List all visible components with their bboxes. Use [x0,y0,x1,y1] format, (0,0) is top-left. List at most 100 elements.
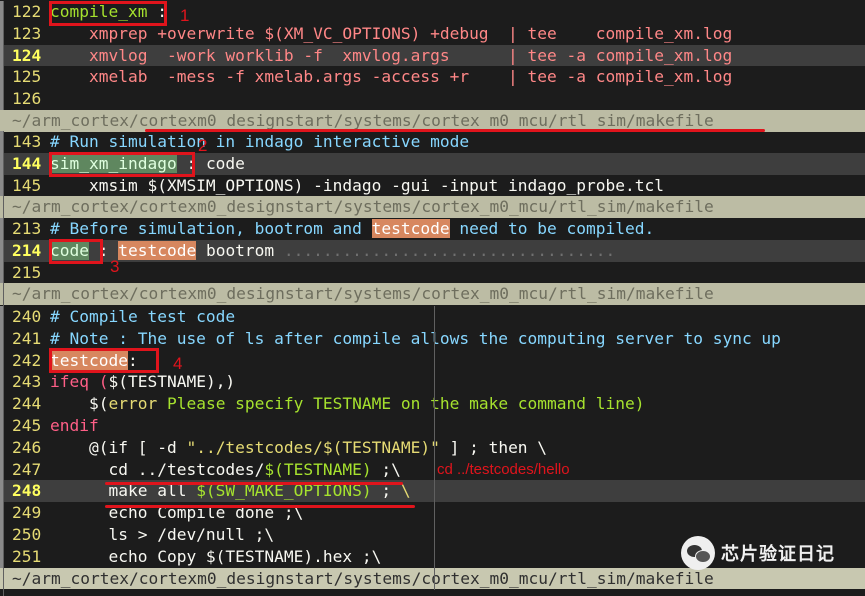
annotation-box-sim-xm-indago [49,152,195,177]
code-text: @(if [ -d "../testcodes/$(TESTNAME)" ] ;… [50,437,547,459]
code-line[interactable]: 243 ifeq ($(TESTNAME),) [0,371,865,394]
code-token: cd ../testcodes/ [50,459,265,479]
code-line[interactable]: 240 # Compile test code [0,306,865,328]
annotation-number-1: 1 [180,6,190,25]
watermark-text: 芯片验证日记 [721,544,835,565]
code-token: # Note : The use of ls after compile all… [50,328,781,348]
code-line[interactable]: 214 code : testcode bootrom .............… [0,239,865,262]
code-text: code : testcode bootrom ................… [50,240,615,262]
code-token: xmsim $(XMSIM_OPTIONS) -indago -gui -inp… [50,175,664,195]
status-line-filepath[interactable]: ~/arm_cortex/cortexm0_designstart/system… [0,196,865,219]
code-token: $(TESTNAME) [108,372,216,392]
code-line[interactable]: 213 # Before simulation, bootrom and test… [0,218,865,240]
line-number: 214 [12,240,42,260]
annotation-box-compile-xm [49,1,167,26]
annotation-cd-note: cd ../testcodes/hello [437,461,570,478]
code-token: error [108,394,158,414]
line-number: 248 [12,481,42,501]
code-text: # Run simulation in indago interactive m… [50,131,469,153]
code-line[interactable]: 125 xmelab -mess -f xmelab.args -access … [0,66,865,89]
line-number: 243 [12,372,42,392]
line-number: 125 [12,67,42,87]
code-line[interactable]: 245 endif [0,415,865,437]
code-token: $( [50,394,109,414]
code-text: # Note : The use of ls after compile all… [50,328,781,350]
code-text: $(error Please specify TESTNAME on the m… [50,393,645,415]
annotation-underline-cd [105,482,403,485]
code-token: testcode [371,219,450,238]
code-token: ifeq ( [50,372,109,392]
code-token: Please specify TESTNAME on the make comm… [157,394,645,414]
code-text: # Compile test code [50,306,235,328]
code-text: ls > /dev/null ;\ [50,524,274,546]
code-line[interactable]: 247 cd ../testcodes/$(TESTNAME) ;\ [0,458,865,481]
annotation-underline-path [145,129,765,132]
code-line[interactable]: 246 @(if [ -d "../testcodes/$(TESTNAME)"… [0,436,865,459]
annotation-underline-make [105,505,415,508]
code-token: bootrom [196,240,284,260]
line-number: 126 [12,89,42,109]
terminal-vim-window[interactable]: 122 compile_xm :123 xmprep +overwrite $(X… [0,0,865,596]
code-line[interactable]: 124 xmvlog -work worklib -f xmvlog.args … [0,44,865,67]
status-line-filepath[interactable]: ~/arm_cortex/cortexm0_designstart/system… [0,567,865,590]
code-token: xmvlog -work worklib -f xmvlog.args | te… [50,45,733,65]
code-token: # Before simulation, bootrom and [50,219,372,238]
line-number: 242 [12,350,42,370]
code-token: testcode [118,240,197,260]
annotation-number-4: 4 [173,354,183,373]
line-number: 240 [12,307,42,326]
code-line[interactable]: 126 [0,88,865,110]
line-number: 250 [12,525,42,544]
line-number: 246 [12,437,42,457]
code-token: @(if [ -d [50,437,187,457]
annotation-number-3: 3 [110,257,120,276]
line-number: 145 [12,175,42,195]
line-number: 144 [12,153,42,173]
line-number: 213 [12,219,42,238]
line-number: 241 [12,328,42,348]
code-line[interactable]: 143 # Run simulation in indago interactiv… [0,131,865,153]
code-line[interactable]: 145 xmsim $(XMSIM_OPTIONS) -indago -gui … [0,174,865,197]
line-number: 244 [12,394,42,414]
column-guide [434,306,435,590]
code-text: echo Copy $(TESTNAME).hex ;\ [50,546,381,568]
code-token: $(TESTNAME) [264,459,372,479]
code-token: ,) [215,372,236,392]
code-token: # Run simulation in indago interactive m… [50,132,470,151]
code-line[interactable]: 215 [0,261,865,284]
column-guide [3,1,4,110]
code-line[interactable]: 241 # Note : The use of ls after compile … [0,327,865,350]
line-number: 249 [12,503,42,523]
code-token: echo Copy $(TESTNAME).hex ;\ [50,546,382,566]
annotation-box-code [49,239,103,264]
code-token: xmelab -mess -f xmelab.args -access +r |… [50,67,733,87]
code-text: cd ../testcodes/$(TESTNAME) ;\ [50,459,401,481]
line-number: 123 [12,23,42,43]
line-number: 122 [12,2,42,21]
code-token: xmprep +overwrite $(XM_VC_OPTIONS) +debu… [50,23,733,43]
code-token: # Compile test code [50,307,236,326]
annotation-box-testcode [49,348,159,373]
line-number: 124 [12,45,42,65]
line-number: 215 [12,262,42,282]
code-text: xmsim $(XMSIM_OPTIONS) -indago -gui -inp… [50,175,664,197]
code-token: .................................. [283,240,616,260]
status-line-filepath[interactable]: ~/arm_cortex/cortexm0_designstart/system… [0,283,865,306]
code-line[interactable]: 244 $(error Please specify TESTNAME on t… [0,393,865,415]
code-token: ls > /dev/null ;\ [50,525,275,544]
code-text: xmprep +overwrite $(XM_VC_OPTIONS) +debu… [50,23,732,45]
code-text: endif [50,415,99,437]
wechat-icon [681,536,715,570]
code-text: ifeq ($(TESTNAME),) [50,371,235,393]
code-token: ;\ [371,459,401,479]
column-guide [3,218,4,306]
annotation-number-2: 2 [198,136,208,155]
line-number: 245 [12,416,42,435]
code-line[interactable]: 123 xmprep +overwrite $(XM_VC_OPTIONS) +… [0,22,865,45]
code-token: "../testcodes/$(TESTNAME)" [186,437,440,457]
column-guide [3,131,4,218]
code-token: endif [50,416,99,435]
column-guide [3,306,4,596]
line-number: 143 [12,132,42,151]
code-text: # Before simulation, bootrom and testcod… [50,218,654,240]
